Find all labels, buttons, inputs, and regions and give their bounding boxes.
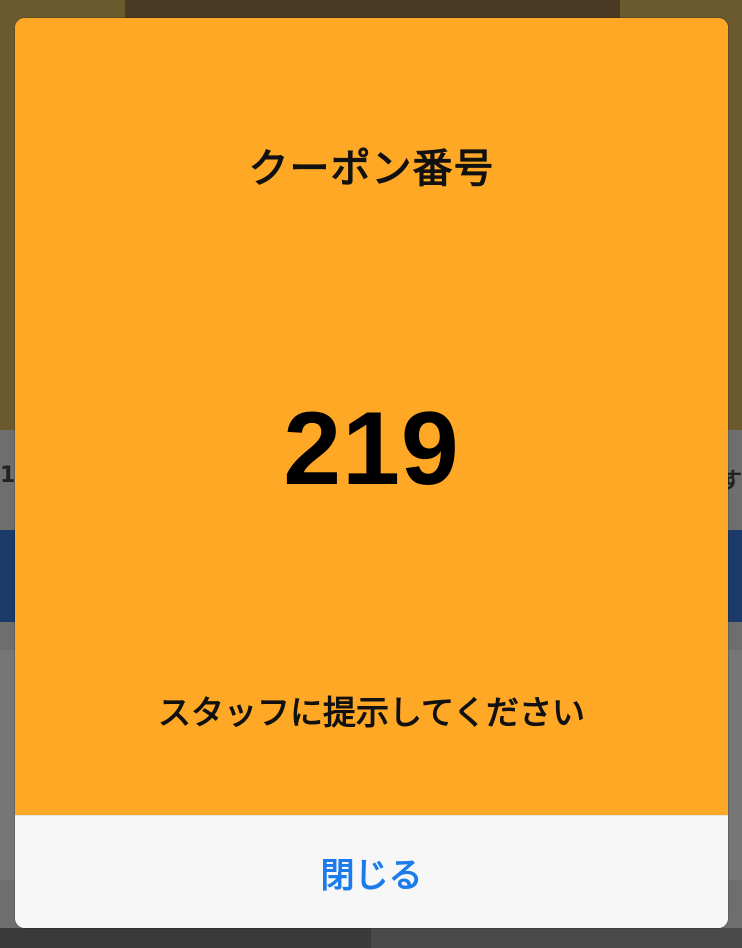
coupon-modal-body: クーポン番号 219 スタッフに提示してください [15, 18, 728, 815]
coupon-modal: クーポン番号 219 スタッフに提示してください 閉じる [15, 18, 728, 928]
modal-title: クーポン番号 [248, 146, 495, 192]
background-text-left: 1 [0, 463, 16, 488]
background-bottom-bar-right [371, 928, 742, 948]
instruction-text: スタッフに提示してください [157, 693, 586, 732]
modal-footer: 閉じる [15, 815, 728, 928]
close-button[interactable]: 閉じる [15, 816, 728, 928]
coupon-number: 219 [283, 391, 460, 507]
